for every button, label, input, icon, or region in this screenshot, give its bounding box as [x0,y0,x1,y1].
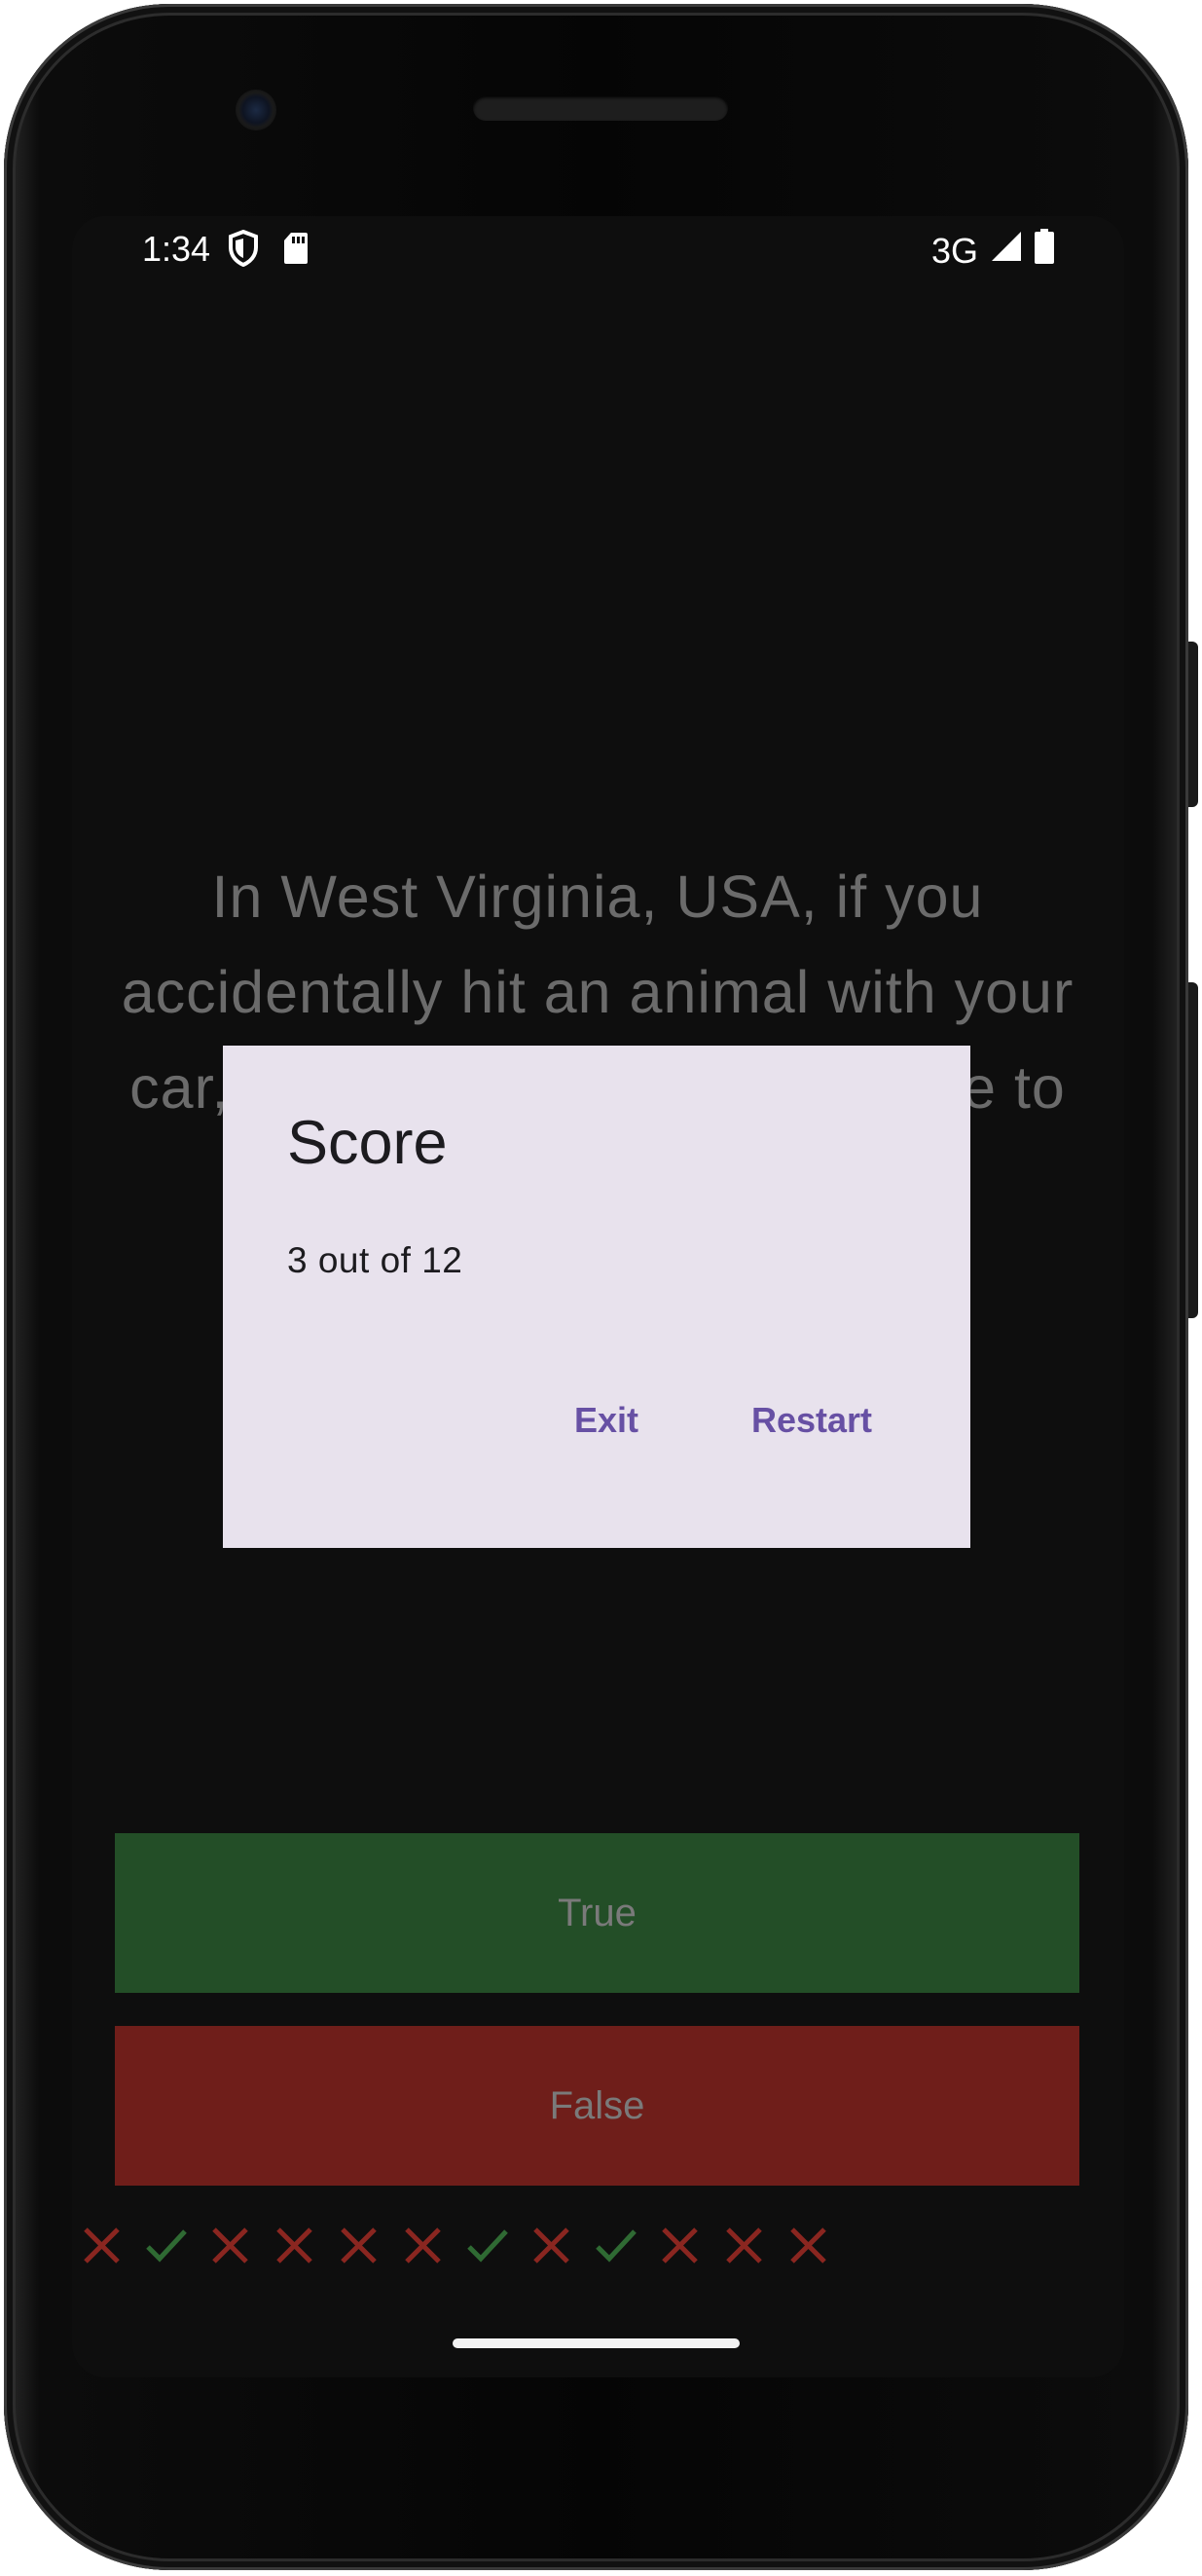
earpiece-speaker [473,95,728,121]
dialog-title: Score [287,1109,448,1177]
exit-button[interactable]: Exit [565,1388,648,1453]
dialog-message: 3 out of 12 [287,1240,463,1280]
volume-button [1188,982,1198,1318]
restart-button[interactable]: Restart [742,1388,882,1453]
app-screen: 1:34 3G In West Virginia, USA, if you ac… [72,216,1124,2377]
power-button [1188,642,1198,807]
score-dialog: Score 3 out of 12 Exit Restart [223,1046,970,1548]
front-camera [236,90,276,130]
phone-frame: 1:34 3G In West Virginia, USA, if you ac… [4,4,1198,2570]
